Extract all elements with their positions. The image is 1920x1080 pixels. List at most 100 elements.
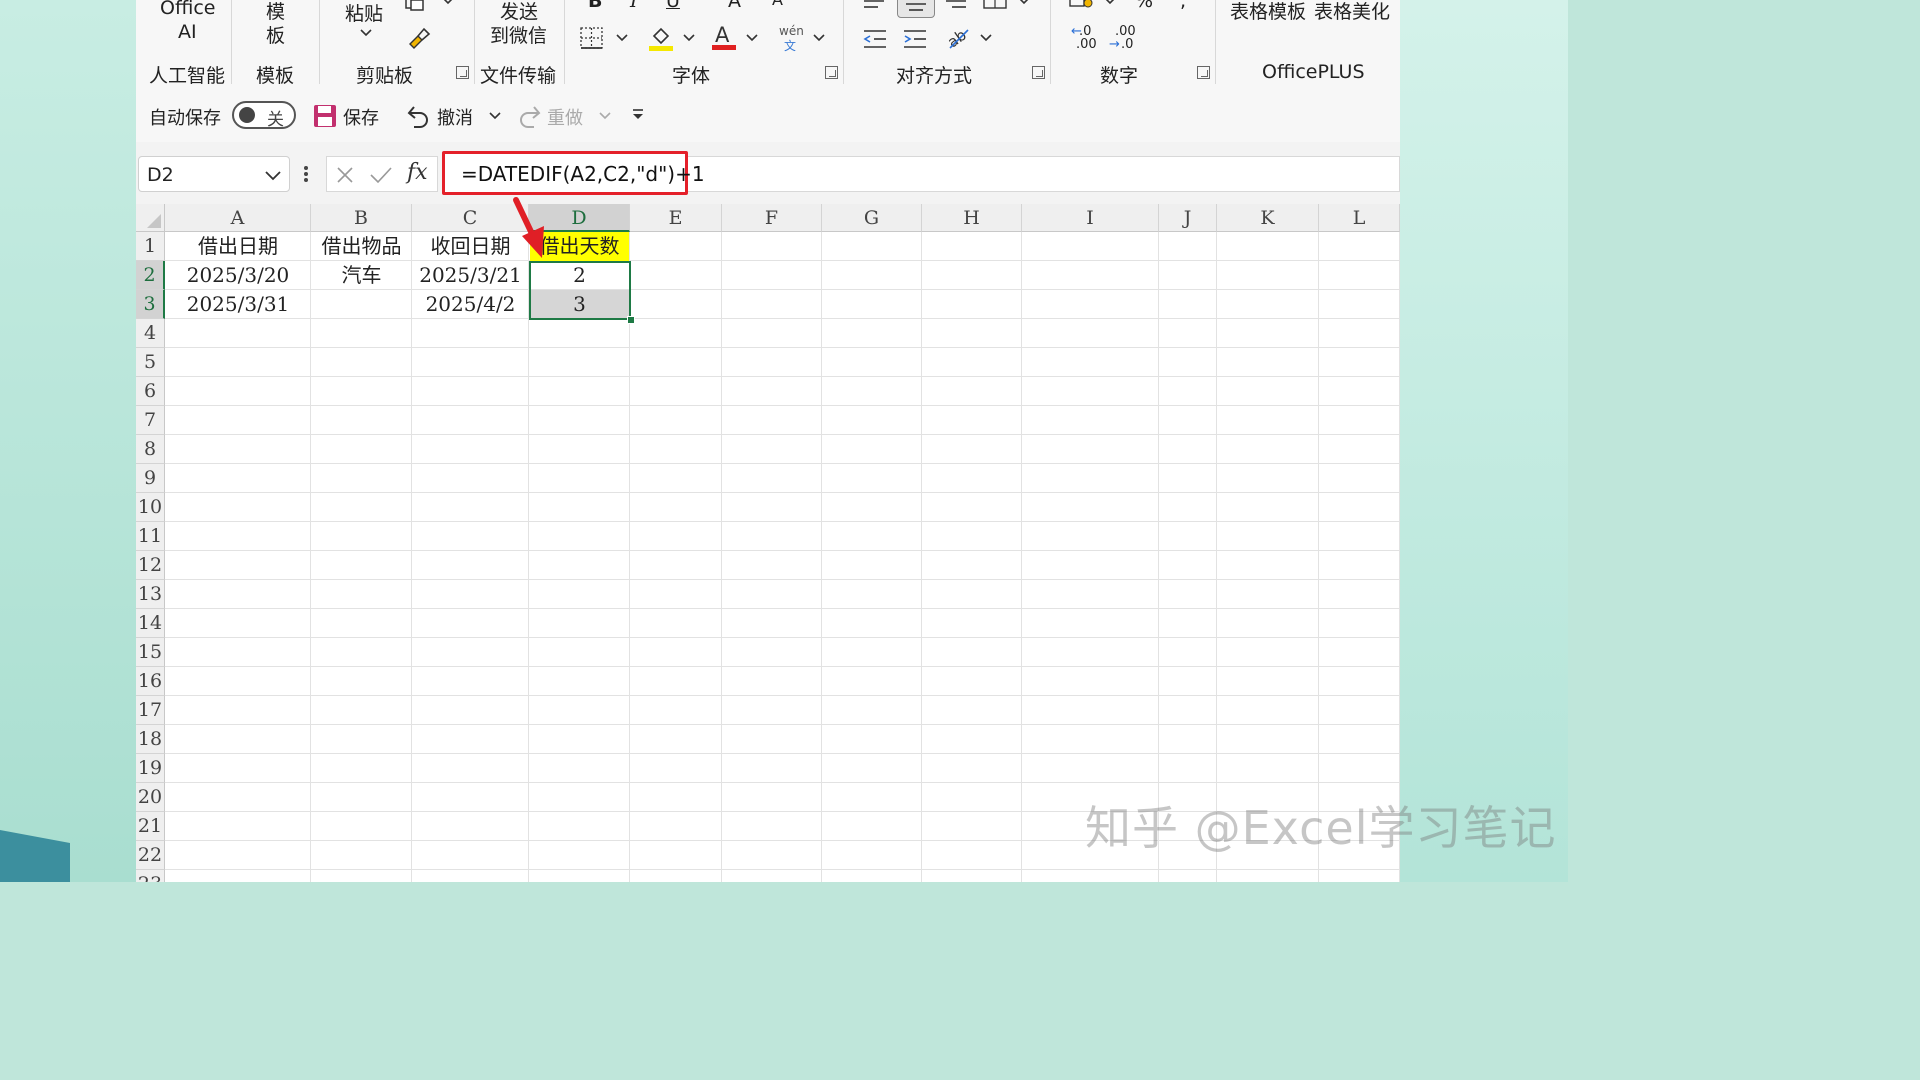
wrap-text-icon[interactable] <box>982 0 1008 10</box>
row-header-22[interactable]: 22 <box>136 841 165 870</box>
chevron-down-icon[interactable] <box>616 33 628 43</box>
cell-c1[interactable]: 收回日期 <box>413 232 528 261</box>
svg-text:A: A <box>715 23 730 47</box>
increase-indent-icon[interactable] <box>902 28 928 50</box>
bold-button[interactable]: B <box>588 0 602 12</box>
select-all-button[interactable] <box>136 204 165 232</box>
group-label-template: 模板 <box>256 65 295 87</box>
gridline-horizontal <box>165 782 1400 783</box>
column-header-b[interactable]: B <box>311 204 412 232</box>
column-header-h[interactable]: H <box>922 204 1022 232</box>
chevron-down-icon[interactable] <box>489 111 501 121</box>
row-header-10[interactable]: 10 <box>136 493 165 522</box>
gridline-vertical <box>629 232 630 882</box>
row-header-11[interactable]: 11 <box>136 522 165 551</box>
row-header-2[interactable]: 2 <box>136 261 165 290</box>
gridline-horizontal <box>165 347 1400 348</box>
group-label-number: 数字 <box>1100 65 1139 87</box>
table-template-button[interactable]: 表格模板 <box>1230 0 1306 24</box>
row-header-4[interactable]: 4 <box>136 319 165 348</box>
decrease-font-size-button[interactable]: A <box>772 0 783 9</box>
row-header-7[interactable]: 7 <box>136 406 165 435</box>
border-icon[interactable] <box>579 26 605 50</box>
name-box[interactable]: D2 <box>138 156 290 192</box>
row-header-8[interactable]: 8 <box>136 435 165 464</box>
column-header-a[interactable]: A <box>165 204 311 232</box>
row-header-14[interactable]: 14 <box>136 609 165 638</box>
font-dialog-launcher-icon[interactable] <box>825 66 838 79</box>
gridline-horizontal <box>165 521 1400 522</box>
alignment-dialog-launcher-icon[interactable] <box>1032 66 1045 79</box>
chevron-down-icon <box>360 29 372 37</box>
italic-button[interactable]: I <box>630 0 638 12</box>
percent-style-button[interactable]: % <box>1135 0 1153 12</box>
column-header-l[interactable]: L <box>1319 204 1400 232</box>
enter-icon[interactable] <box>369 165 393 185</box>
comma-style-button[interactable]: , <box>1180 0 1186 12</box>
row-header-23[interactable]: 23 <box>136 870 165 882</box>
row-header-13[interactable]: 13 <box>136 580 165 609</box>
row-header-20[interactable]: 20 <box>136 783 165 812</box>
row-header-12[interactable]: 12 <box>136 551 165 580</box>
cell-d2[interactable]: 2 <box>530 261 629 290</box>
row-header-19[interactable]: 19 <box>136 754 165 783</box>
number-dialog-launcher-icon[interactable] <box>1197 66 1210 79</box>
chevron-down-icon[interactable] <box>1104 0 1116 6</box>
cell-a3[interactable]: 2025/3/31 <box>166 290 310 319</box>
column-header-i[interactable]: I <box>1022 204 1159 232</box>
column-header-k[interactable]: K <box>1217 204 1319 232</box>
column-header-j[interactable]: J <box>1159 204 1217 232</box>
chevron-down-icon[interactable] <box>980 33 992 43</box>
chevron-down-icon[interactable] <box>683 33 695 43</box>
row-header-21[interactable]: 21 <box>136 812 165 841</box>
chevron-down-icon[interactable] <box>599 111 611 121</box>
row-header-5[interactable]: 5 <box>136 348 165 377</box>
cell-b1[interactable]: 借出物品 <box>312 232 411 261</box>
row-header-15[interactable]: 15 <box>136 638 165 667</box>
row-header-3[interactable]: 3 <box>136 290 165 319</box>
row-header-6[interactable]: 6 <box>136 377 165 406</box>
decrease-indent-icon[interactable] <box>862 28 888 50</box>
row-header-18[interactable]: 18 <box>136 725 165 754</box>
cell-b2[interactable]: 汽车 <box>312 261 411 290</box>
column-header-g[interactable]: G <box>822 204 922 232</box>
cancel-icon[interactable] <box>335 165 355 185</box>
gridline-horizontal <box>165 695 1400 696</box>
copy-icon[interactable] <box>404 0 426 12</box>
cell-a2[interactable]: 2025/3/20 <box>166 261 310 290</box>
row-header-9[interactable]: 9 <box>136 464 165 493</box>
cell-a1[interactable]: 借出日期 <box>166 232 310 261</box>
row-header-16[interactable]: 16 <box>136 667 165 696</box>
clipboard-dialog-launcher-icon[interactable] <box>456 66 469 79</box>
cell-c2[interactable]: 2025/3/21 <box>413 261 528 290</box>
column-header-f[interactable]: F <box>722 204 822 232</box>
chevron-down-icon[interactable] <box>442 0 454 6</box>
insert-function-button[interactable]: fx <box>407 160 428 185</box>
table-beautify-button[interactable]: 表格美化 <box>1314 0 1390 24</box>
align-top-icon[interactable] <box>862 0 886 10</box>
underline-button[interactable]: U <box>666 0 680 12</box>
cell-d3[interactable]: 3 <box>530 290 629 319</box>
row-header-17[interactable]: 17 <box>136 696 165 725</box>
column-header-e[interactable]: E <box>630 204 722 232</box>
format-painter-icon[interactable] <box>406 26 432 50</box>
cell-b3[interactable] <box>312 290 411 319</box>
chevron-down-icon[interactable] <box>813 33 825 43</box>
align-middle-button[interactable] <box>897 0 935 18</box>
customize-toolbar-icon[interactable] <box>632 108 644 122</box>
row-header-1[interactable]: 1 <box>136 232 165 261</box>
chevron-down-icon[interactable] <box>1018 0 1030 6</box>
accounting-format-icon[interactable] <box>1068 0 1096 10</box>
more-options-icon[interactable] <box>303 165 309 185</box>
autosave-toggle[interactable]: 关 <box>232 101 296 130</box>
fill-handle[interactable] <box>627 316 635 324</box>
save-label: 保存 <box>343 108 379 129</box>
fill-color-icon[interactable] <box>648 24 674 52</box>
red-arrow-annotation <box>513 197 544 258</box>
font-color-icon[interactable]: A <box>711 22 737 52</box>
increase-font-size-button[interactable]: A <box>728 0 741 12</box>
chevron-down-icon[interactable] <box>746 33 758 43</box>
align-bottom-icon[interactable] <box>944 0 968 10</box>
cell-c3[interactable]: 2025/4/2 <box>413 290 528 319</box>
text-orientation-icon[interactable]: ab <box>944 24 972 52</box>
